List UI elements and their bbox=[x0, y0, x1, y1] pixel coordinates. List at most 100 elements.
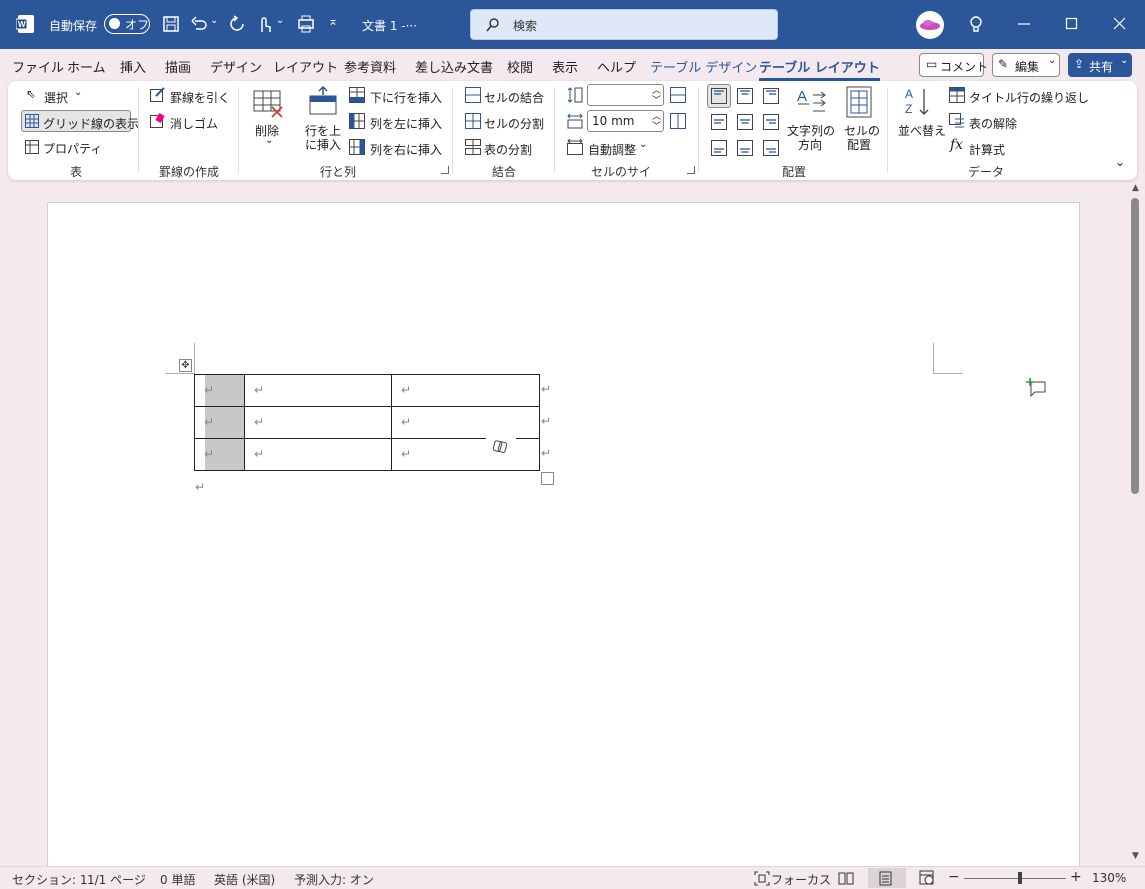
align-middle-right-icon[interactable] bbox=[763, 114, 779, 130]
tab-help[interactable]: ヘルプ bbox=[597, 57, 636, 76]
rowcol-launcher-icon[interactable] bbox=[441, 166, 449, 174]
tab-file[interactable]: ファイル bbox=[12, 57, 64, 76]
scroll-down-icon[interactable]: ▼ bbox=[1132, 851, 1139, 861]
search-box[interactable]: 検索 bbox=[470, 9, 778, 40]
minimize-icon[interactable] bbox=[1017, 17, 1031, 31]
comment-button[interactable]: ▭ コメント bbox=[919, 53, 988, 77]
align-middle-center-icon[interactable] bbox=[737, 114, 753, 130]
share-button[interactable]: ⇪ 共有 ⌄ bbox=[1068, 53, 1132, 77]
column-width-input[interactable]: 10 mm ︿ ﹀ bbox=[587, 110, 664, 132]
insert-below-button[interactable]: 下に行を挿入 bbox=[370, 89, 442, 106]
table-cell[interactable]: ↵ bbox=[391, 374, 540, 407]
print-preview-icon[interactable] bbox=[296, 15, 316, 33]
align-top-right-icon[interactable] bbox=[763, 88, 779, 104]
table-move-handle-icon[interactable]: ✥ bbox=[179, 359, 192, 372]
align-bottom-right-icon[interactable] bbox=[763, 140, 779, 156]
word-logo-icon[interactable]: W bbox=[16, 14, 36, 34]
zoom-slider[interactable] bbox=[964, 878, 1066, 879]
formula-button[interactable]: 計算式 bbox=[969, 141, 1005, 158]
status-words[interactable]: 0 単語 bbox=[160, 871, 195, 888]
tab-review[interactable]: 校閲 bbox=[507, 57, 533, 76]
table-cell[interactable]: ↵ bbox=[244, 374, 392, 407]
focus-button[interactable]: フォーカス bbox=[771, 871, 831, 888]
close-icon[interactable] bbox=[1113, 17, 1127, 31]
tab-draw[interactable]: 描画 bbox=[165, 57, 191, 76]
insert-right-button[interactable]: 列を右に挿入 bbox=[370, 141, 442, 158]
tab-table-layout[interactable]: テーブル レイアウト bbox=[759, 57, 880, 81]
table-cell[interactable]: ↵ bbox=[194, 438, 245, 471]
cell-margins-label2[interactable]: 配置 bbox=[847, 136, 871, 153]
cellsize-launcher-icon[interactable] bbox=[687, 166, 695, 174]
save-icon[interactable] bbox=[162, 15, 180, 33]
document-page[interactable] bbox=[47, 202, 1080, 882]
autosave-toggle[interactable]: オフ bbox=[104, 14, 150, 34]
focus-icon[interactable] bbox=[754, 871, 770, 886]
lightbulb-icon[interactable] bbox=[967, 15, 985, 35]
sort-button[interactable]: 並べ替え bbox=[898, 122, 946, 139]
draw-border-button[interactable]: 罫線を引く bbox=[170, 89, 230, 106]
zoom-slider-thumb[interactable] bbox=[1018, 872, 1022, 884]
row-height-input[interactable]: ︿ ﹀ bbox=[587, 84, 664, 106]
status-predictive[interactable]: 予測入力: オン bbox=[294, 871, 374, 888]
document-title[interactable]: 文書 1 -··· bbox=[362, 17, 417, 34]
status-section[interactable]: セクション: 1 bbox=[12, 871, 88, 888]
align-top-center-icon[interactable] bbox=[737, 88, 753, 104]
table-cell[interactable]: ↵ bbox=[244, 406, 392, 439]
customize-qat-icon[interactable]: ⌅ bbox=[328, 14, 338, 28]
select-button[interactable]: 選択 bbox=[44, 89, 68, 106]
undo-dropdown-icon[interactable]: ⌄ bbox=[210, 15, 218, 26]
edit-mode-button[interactable]: ✎ 編集 ⌄ bbox=[992, 53, 1060, 77]
table-cell[interactable]: ↵ bbox=[194, 374, 245, 407]
convert-to-text-button[interactable]: 表の解除 bbox=[969, 115, 1017, 132]
avatar[interactable] bbox=[916, 11, 944, 39]
tab-mailings[interactable]: 差し込み文書 bbox=[415, 57, 493, 76]
autofit-button[interactable]: 自動調整 bbox=[588, 141, 636, 158]
copilot-icon[interactable] bbox=[486, 436, 516, 458]
zoom-level[interactable]: 130% bbox=[1092, 871, 1126, 885]
tab-layout[interactable]: レイアウト bbox=[273, 57, 338, 76]
merge-cells-button[interactable]: セルの結合 bbox=[484, 89, 544, 106]
properties-button[interactable]: プロパティ bbox=[43, 140, 102, 157]
insert-above-label2[interactable]: に挿入 bbox=[305, 136, 341, 153]
split-table-button[interactable]: 表の分割 bbox=[484, 141, 532, 158]
zoom-in-icon[interactable]: + bbox=[1070, 869, 1082, 885]
table-resize-handle[interactable] bbox=[541, 472, 554, 485]
tab-insert[interactable]: 挿入 bbox=[120, 57, 146, 76]
scroll-up-icon[interactable]: ▲ bbox=[1132, 183, 1139, 193]
collapse-ribbon-icon[interactable]: ⌄ bbox=[1115, 155, 1125, 169]
table-cell[interactable]: ↵ bbox=[244, 438, 392, 471]
maximize-icon[interactable] bbox=[1065, 17, 1079, 31]
text-direction-label2[interactable]: 方向 bbox=[798, 136, 822, 153]
undo-icon[interactable] bbox=[190, 15, 208, 33]
redo-icon[interactable] bbox=[228, 15, 246, 33]
repeat-header-button[interactable]: タイトル行の繰り返し bbox=[969, 89, 1089, 106]
align-bottom-center-icon[interactable] bbox=[737, 140, 753, 156]
status-language[interactable]: 英語 (米国) bbox=[214, 871, 275, 888]
table-cell[interactable]: ↵ bbox=[391, 406, 540, 439]
tab-references[interactable]: 参考資料 bbox=[344, 57, 396, 76]
tab-home[interactable]: ホーム bbox=[67, 57, 106, 76]
insert-left-button[interactable]: 列を左に挿入 bbox=[370, 115, 442, 132]
new-comment-icon[interactable] bbox=[1026, 377, 1048, 397]
tab-table-design[interactable]: テーブル デザイン bbox=[650, 57, 757, 76]
tab-view[interactable]: 表示 bbox=[552, 57, 578, 76]
print-layout-button[interactable] bbox=[868, 868, 906, 888]
table-cell[interactable]: ↵ bbox=[194, 406, 245, 439]
scrollbar-thumb[interactable] bbox=[1131, 198, 1139, 494]
touch-mode-icon[interactable] bbox=[256, 14, 274, 34]
align-middle-left-icon[interactable] bbox=[711, 114, 727, 130]
table-cell[interactable]: ↵ bbox=[391, 438, 540, 471]
tab-design[interactable]: デザイン bbox=[210, 57, 262, 76]
read-mode-icon[interactable] bbox=[838, 871, 854, 885]
spin-down-icon[interactable]: ﹀ bbox=[652, 93, 661, 106]
distribute-columns-icon[interactable] bbox=[670, 113, 686, 129]
distribute-rows-icon[interactable] bbox=[670, 87, 686, 103]
split-cells-button[interactable]: セルの分割 bbox=[484, 115, 544, 132]
spin-down-icon[interactable]: ﹀ bbox=[652, 119, 661, 132]
web-layout-icon[interactable] bbox=[919, 870, 935, 886]
align-top-left-icon[interactable] bbox=[711, 88, 727, 104]
align-bottom-left-icon[interactable] bbox=[711, 140, 727, 156]
status-page[interactable]: 1/1 ページ bbox=[87, 871, 146, 888]
eraser-button[interactable]: 消しゴム bbox=[170, 115, 218, 132]
zoom-out-icon[interactable]: − bbox=[948, 869, 960, 885]
